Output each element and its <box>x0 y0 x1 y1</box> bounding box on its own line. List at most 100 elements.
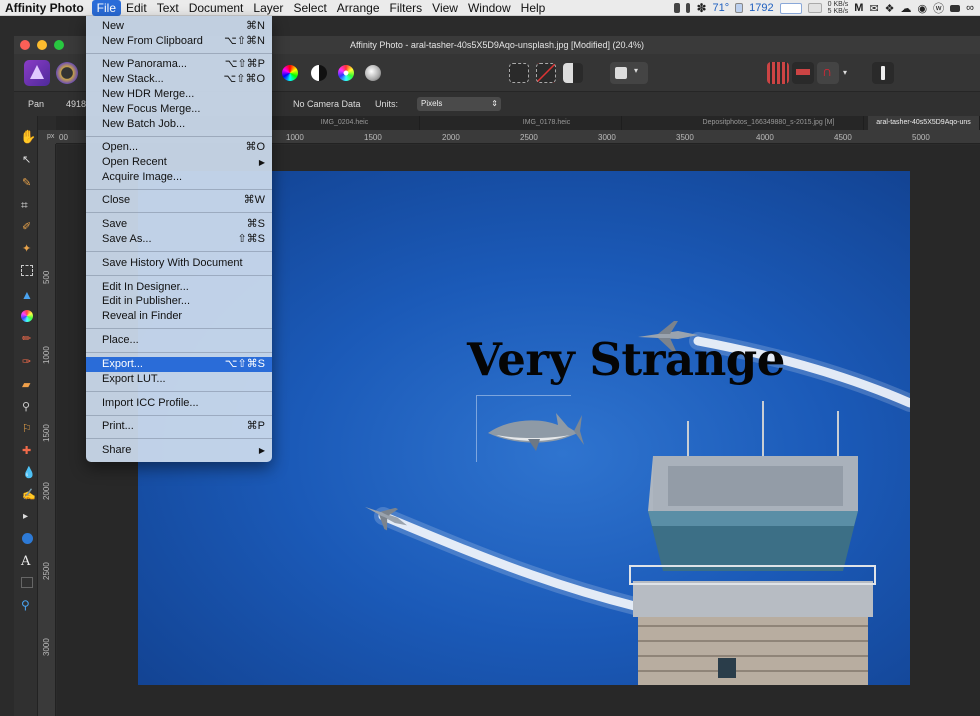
menu-item-export[interactable]: Export... ⌥⇧⌘S <box>86 357 272 372</box>
phone-icon[interactable] <box>674 3 681 13</box>
menu-item-save-as[interactable]: Save As... ⇧⌘S <box>86 232 272 247</box>
network-speed[interactable]: 0 KB/s 5 KB/s <box>828 1 849 15</box>
assistant-icon[interactable] <box>872 62 894 84</box>
wordpress-icon[interactable]: ⓦ <box>933 0 944 16</box>
eraser-tool-icon[interactable]: ▰ <box>22 378 36 392</box>
eyedropper-tool-icon[interactable]: ✎ <box>22 176 36 190</box>
bag-icon[interactable] <box>950 4 961 12</box>
tab-depositphotos[interactable]: Depositphotos_166349880_s-2015.jpg [M] <box>674 116 864 130</box>
battery-small-icon[interactable] <box>686 3 691 13</box>
app-name-menu[interactable]: Affinity Photo <box>0 1 92 15</box>
menu-edit[interactable]: Edit <box>121 0 152 16</box>
menu-window[interactable]: Window <box>463 0 516 16</box>
menu-item-new-focus-merge[interactable]: New Focus Merge... <box>86 102 272 117</box>
chat-icon[interactable]: ✉ <box>869 2 878 15</box>
grid-icon[interactable] <box>767 62 789 84</box>
minimize-window-icon[interactable] <box>37 40 47 50</box>
menu-item-save-history[interactable]: Save History With Document <box>86 256 272 271</box>
tab-aral-tasher[interactable]: aral-tasher-40s5X5D9Aqo-uns <box>868 116 980 130</box>
menu-item-print[interactable]: Print... ⌘P <box>86 419 272 434</box>
dropbox-icon[interactable]: ❖ <box>885 2 895 15</box>
cpu-graph-icon[interactable] <box>779 2 802 14</box>
menu-arrange[interactable]: Arrange <box>332 0 385 16</box>
menu-item-share[interactable]: Share ▶ <box>86 443 272 458</box>
menu-item-new-from-clipboard[interactable]: New From Clipboard ⌥⇧⌘N <box>86 34 272 49</box>
menu-file[interactable]: File <box>91 0 121 16</box>
temperature-readout[interactable]: 71° <box>713 2 730 14</box>
healing-tool-icon[interactable]: ✚ <box>22 444 36 458</box>
close-window-icon[interactable] <box>20 40 30 50</box>
zoom-window-icon[interactable] <box>54 40 64 50</box>
menu-select[interactable]: Select <box>288 0 331 16</box>
deselect-icon[interactable] <box>536 63 556 83</box>
tab-img-0178[interactable]: IMG_0178.heic <box>472 116 622 130</box>
units-select[interactable]: Pixels <box>417 97 501 111</box>
marquee-tool-icon[interactable] <box>21 265 33 276</box>
hsl-icon[interactable] <box>338 65 354 81</box>
snap-guides-icon[interactable] <box>792 62 814 84</box>
blur-tool-icon[interactable]: 💧 <box>22 466 36 480</box>
color-picker-icon[interactable] <box>21 310 33 322</box>
tab-img-0204[interactable]: IMG_0204.heic <box>270 116 420 130</box>
text-tool-icon[interactable]: A <box>21 554 35 569</box>
memory-graph-icon[interactable] <box>807 3 822 13</box>
flood-fill-icon[interactable]: ▲ <box>21 288 35 302</box>
smudge-tool-icon[interactable]: ✍ <box>22 488 36 502</box>
invert-selection-icon[interactable] <box>563 63 583 83</box>
menu-item-new[interactable]: New ⌘N <box>86 19 272 34</box>
white-balance-icon[interactable] <box>365 65 381 81</box>
menu-item-new-batch-job[interactable]: New Batch Job... <box>86 117 272 132</box>
shark-selection-box[interactable] <box>476 395 571 462</box>
snapping-magnet-icon[interactable]: ∩ <box>817 62 839 84</box>
zoom-tool-icon[interactable]: ⚲ <box>21 598 35 612</box>
mesh-warp-icon[interactable] <box>21 577 33 588</box>
levels-icon[interactable] <box>282 65 298 81</box>
selection-brush-icon[interactable]: ✐ <box>22 220 36 234</box>
menu-item-import-icc-profile[interactable]: Import ICC Profile... <box>86 396 272 411</box>
menu-item-export-lut[interactable]: Export LUT... <box>86 372 272 387</box>
vertical-ruler[interactable]: 500 1000 1500 2000 2500 3000 <box>38 144 56 716</box>
node-tool-icon[interactable]: ▸ <box>23 511 37 525</box>
malwarebytes-icon[interactable]: M <box>854 2 863 14</box>
creative-cloud-icon[interactable]: ∞ <box>966 2 974 14</box>
headline-text-layer[interactable]: Very Strange <box>467 333 785 386</box>
photo-persona-icon[interactable] <box>24 60 50 86</box>
liquify-persona-icon[interactable] <box>56 62 78 84</box>
hand-tool-icon[interactable]: ✋ <box>20 129 36 144</box>
snapping-dropdown-icon[interactable]: ▾ <box>843 68 847 77</box>
menu-item-save[interactable]: Save ⌘S <box>86 217 272 232</box>
select-all-icon[interactable] <box>509 63 529 83</box>
move-tool-icon[interactable]: ↖ <box>22 153 36 167</box>
menu-filters[interactable]: Filters <box>385 0 428 16</box>
menu-layer[interactable]: Layer <box>248 0 288 16</box>
fan-icon[interactable]: ✽ <box>696 1 706 15</box>
menu-item-edit-in-publisher[interactable]: Edit in Publisher... <box>86 294 272 309</box>
shape-tool-icon[interactable] <box>22 533 33 544</box>
quick-mask-button[interactable]: ▾ <box>610 62 648 84</box>
menu-document[interactable]: Document <box>184 0 249 16</box>
cloud-icon[interactable]: ☁ <box>901 2 912 15</box>
menu-item-edit-in-designer[interactable]: Edit In Designer... <box>86 280 272 295</box>
menu-item-acquire-image[interactable]: Acquire Image... <box>86 170 272 185</box>
menu-item-place[interactable]: Place... <box>86 333 272 348</box>
circle-icon[interactable]: ◉ <box>918 2 928 15</box>
menu-item-close[interactable]: Close ⌘W <box>86 193 272 208</box>
magic-wand-icon[interactable]: ✦ <box>22 242 36 256</box>
menu-item-reveal-in-finder[interactable]: Reveal in Finder <box>86 309 272 324</box>
menu-help[interactable]: Help <box>516 0 551 16</box>
paint-brush-icon[interactable]: ✏ <box>22 332 36 346</box>
menu-item-open[interactable]: Open... ⌘O <box>86 140 272 155</box>
pixel-brush-icon[interactable]: ✑ <box>22 355 36 369</box>
clone-tool-icon[interactable]: ⚐ <box>22 422 36 436</box>
menu-item-new-hdr-merge[interactable]: New HDR Merge... <box>86 87 272 102</box>
menu-item-open-recent[interactable]: Open Recent ▶ <box>86 155 272 170</box>
menu-view[interactable]: View <box>427 0 463 16</box>
contrast-icon[interactable] <box>311 65 327 81</box>
dodge-tool-icon[interactable]: ⚲ <box>22 400 36 414</box>
crop-tool-icon[interactable]: ⌗ <box>21 198 35 212</box>
fan-speed-readout[interactable]: 1792 <box>749 2 773 14</box>
menu-item-new-stack[interactable]: New Stack... ⌥⇧⌘O <box>86 72 272 87</box>
ruler-origin[interactable]: px <box>38 130 56 144</box>
menu-text[interactable]: Text <box>152 0 184 16</box>
gauge-icon[interactable] <box>735 3 744 13</box>
